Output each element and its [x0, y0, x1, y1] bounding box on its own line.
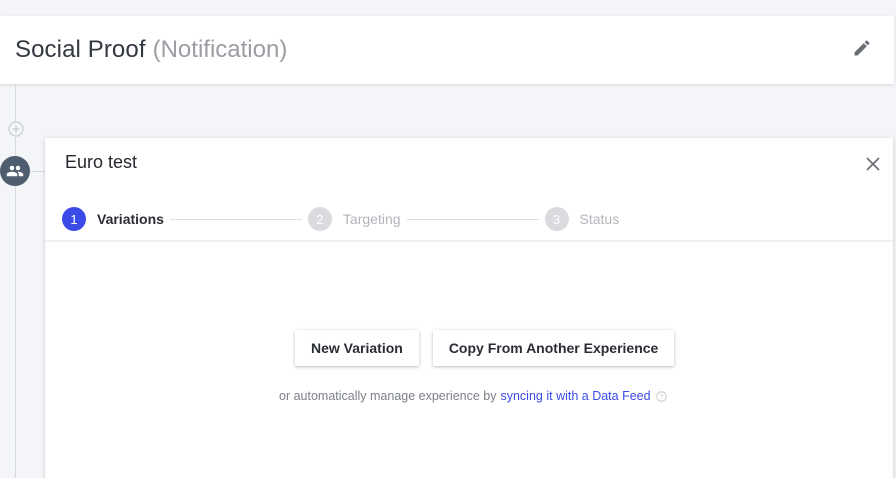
stepper: 1 Variations 2 Targeting 3 Status: [62, 206, 662, 232]
page: Social Proof (Notification) Euro test 1 …: [0, 0, 896, 478]
step-targeting[interactable]: 2 Targeting: [307, 207, 401, 231]
step-status[interactable]: 3 Status: [544, 207, 620, 231]
step-number: 3: [544, 207, 569, 231]
copy-experience-button[interactable]: Copy From Another Experience: [432, 330, 675, 366]
close-button[interactable]: [863, 154, 883, 174]
campaign-title: Social Proof: [15, 36, 146, 63]
step-number: 2: [307, 207, 332, 231]
experience-panel: Euro test 1 Variations 2 Targeting 3 Sta…: [45, 138, 893, 478]
campaign-header: Social Proof (Notification): [0, 16, 894, 84]
panel-divider: [45, 240, 893, 243]
step-connector: [169, 218, 302, 220]
sync-text: or automatically manage experience by: [279, 389, 497, 403]
help-button[interactable]: ?: [655, 390, 667, 402]
variation-actions: New Variation Copy From Another Experien…: [295, 330, 675, 366]
svg-text:?: ?: [659, 393, 663, 400]
new-variation-button[interactable]: New Variation: [295, 330, 419, 366]
people-icon: [6, 165, 24, 177]
step-label: Targeting: [342, 211, 401, 227]
help-circle-icon: ?: [655, 390, 667, 402]
experience-title: Euro test: [65, 152, 138, 172]
audience-avatar[interactable]: [0, 156, 30, 186]
tree-connector-line: [15, 84, 16, 478]
add-experience-button[interactable]: [8, 121, 24, 137]
campaign-type-label: (Notification): [152, 36, 288, 63]
data-feed-sync-hint: or automatically manage experience by sy…: [279, 389, 667, 403]
step-variations[interactable]: 1 Variations: [62, 207, 164, 231]
plus-circle-icon: [8, 121, 24, 137]
step-label: Status: [579, 211, 620, 227]
edit-button[interactable]: [850, 36, 874, 60]
step-number: 1: [62, 207, 86, 231]
step-label: Variations: [97, 211, 164, 227]
data-feed-link[interactable]: syncing it with a Data Feed: [500, 389, 650, 403]
pencil-icon: [854, 40, 870, 56]
close-icon: [866, 157, 880, 171]
step-connector: [406, 218, 539, 220]
